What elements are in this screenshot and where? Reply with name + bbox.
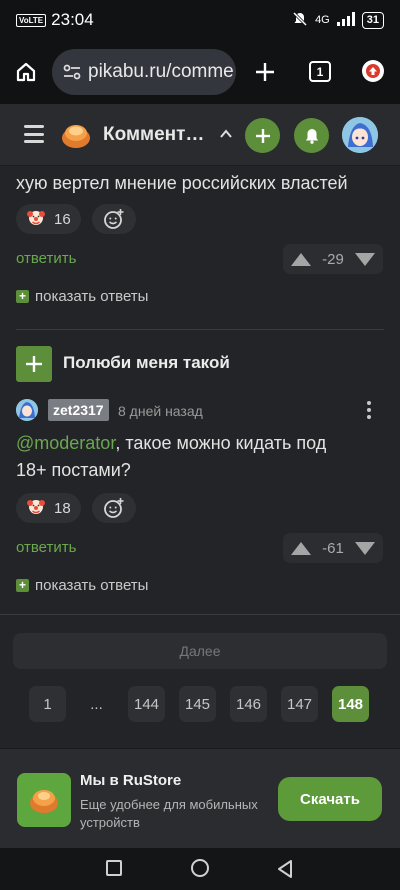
pagination: 1 ... 144 145 146 147 148 [0, 686, 400, 722]
comment-text-line1: , такое можно кидать под [115, 433, 327, 453]
show-replies-link[interactable]: + показать ответы [16, 577, 148, 594]
comments-feed: хую вертел мнение российских властей 16 … [0, 166, 400, 748]
screen: VoLTE 23:04 4G 31 pikabu.ru/comme 1 Комм… [0, 0, 400, 890]
comment-timestamp: 8 дней назад [118, 403, 203, 419]
downvote-button[interactable] [355, 252, 375, 266]
menu-icon[interactable] [24, 125, 44, 143]
back-button[interactable] [276, 859, 294, 884]
rustore-logo [17, 773, 71, 827]
status-icons: 4G 31 [292, 11, 384, 30]
upvote-button[interactable] [291, 252, 311, 266]
reaction-button[interactable]: 16 [16, 204, 81, 234]
expand-icon: + [16, 579, 29, 592]
home-button[interactable] [0, 40, 52, 104]
plus-icon [256, 63, 274, 81]
tab-switcher-button[interactable]: 1 [309, 61, 331, 82]
add-reaction-button[interactable] [92, 493, 136, 523]
rating-widget: -61 [283, 533, 383, 563]
add-reaction-button[interactable] [92, 204, 136, 234]
system-nav-bar [0, 848, 400, 890]
rating-value: -29 [322, 250, 344, 268]
reaction-button[interactable]: 18 [16, 493, 81, 523]
show-replies-label: показать ответы [35, 577, 149, 594]
reaction-count: 16 [54, 210, 71, 228]
comment-text: @moderator, такое можно кидать под 18+ п… [16, 430, 326, 484]
download-button[interactable]: Скачать [278, 777, 382, 821]
mention-link[interactable]: @moderator [16, 433, 115, 453]
status-time: 23:04 [51, 10, 94, 29]
recents-button[interactable] [106, 860, 122, 876]
site-settings-icon[interactable] [62, 62, 82, 82]
rating-widget: -29 [283, 244, 383, 274]
address-bar[interactable]: pikabu.ru/comme [52, 49, 236, 95]
reply-link[interactable]: ответить [16, 250, 76, 267]
page-146-button[interactable]: 146 [230, 686, 267, 722]
divider [16, 329, 384, 330]
reaction-count: 18 [54, 499, 71, 517]
signal-icon [336, 11, 355, 29]
next-page-button[interactable]: Далее [13, 633, 387, 669]
chevron-up-icon[interactable] [218, 126, 234, 142]
pikabu-logo[interactable] [60, 119, 92, 151]
new-tab-button[interactable] [250, 54, 280, 90]
page-ellipsis: ... [90, 695, 103, 713]
status-bar: VoLTE 23:04 4G 31 [0, 0, 400, 40]
downvote-button[interactable] [355, 541, 375, 555]
add-post-button[interactable] [245, 118, 280, 153]
post-title[interactable]: Полюби меня такой [63, 353, 230, 373]
network-type: 4G [315, 14, 330, 26]
plus-icon [26, 356, 42, 372]
page-148-button[interactable]: 148 [332, 686, 369, 722]
page-1-button[interactable]: 1 [29, 686, 66, 722]
update-button[interactable] [362, 60, 384, 82]
comment-text-line2: 18+ постами? [16, 460, 131, 480]
page-144-button[interactable]: 144 [128, 686, 165, 722]
plus-icon [255, 128, 270, 143]
bell-icon [305, 128, 318, 144]
show-replies-link[interactable]: + показать ответы [16, 288, 148, 305]
more-options-icon[interactable] [366, 401, 372, 419]
page-title: Коммент… [103, 124, 205, 145]
home-nav-button[interactable] [191, 859, 209, 877]
banner-title: Мы в RuStore [80, 772, 182, 789]
back-icon [278, 860, 292, 878]
mute-icon [292, 11, 308, 30]
page-147-button[interactable]: 147 [281, 686, 318, 722]
url-text: pikabu.ru/comme [88, 61, 234, 82]
banner-subtitle: Еще удобнее для мобильных устройств [80, 797, 258, 830]
upvote-button[interactable] [291, 541, 311, 555]
commenter-avatar[interactable] [16, 399, 38, 421]
commenter-username[interactable]: zet2317 [48, 399, 109, 421]
show-replies-label: показать ответы [35, 288, 149, 305]
add-emoji-icon [104, 209, 124, 229]
rustore-banner: Мы в RuStore Еще удобнее для мобильных у… [0, 748, 400, 848]
browser-toolbar: pikabu.ru/comme 1 [0, 40, 400, 104]
home-icon [16, 62, 36, 82]
notifications-button[interactable] [294, 118, 329, 153]
rating-value: -61 [322, 539, 344, 557]
arrow-up-icon [366, 64, 380, 78]
volte-indicator: VoLTE [16, 13, 47, 27]
divider [0, 614, 400, 615]
comment-text: хую вертел мнение российских властей [16, 173, 348, 193]
expand-icon: + [16, 290, 29, 303]
clown-icon [26, 207, 46, 231]
battery-icon: 31 [361, 11, 384, 29]
post-expand-button[interactable] [16, 346, 52, 382]
clown-icon [26, 496, 46, 520]
reply-link[interactable]: ответить [16, 539, 76, 556]
add-emoji-icon [104, 498, 124, 518]
page-145-button[interactable]: 145 [179, 686, 216, 722]
user-avatar[interactable] [342, 117, 378, 153]
site-header: Коммент… [0, 104, 400, 166]
